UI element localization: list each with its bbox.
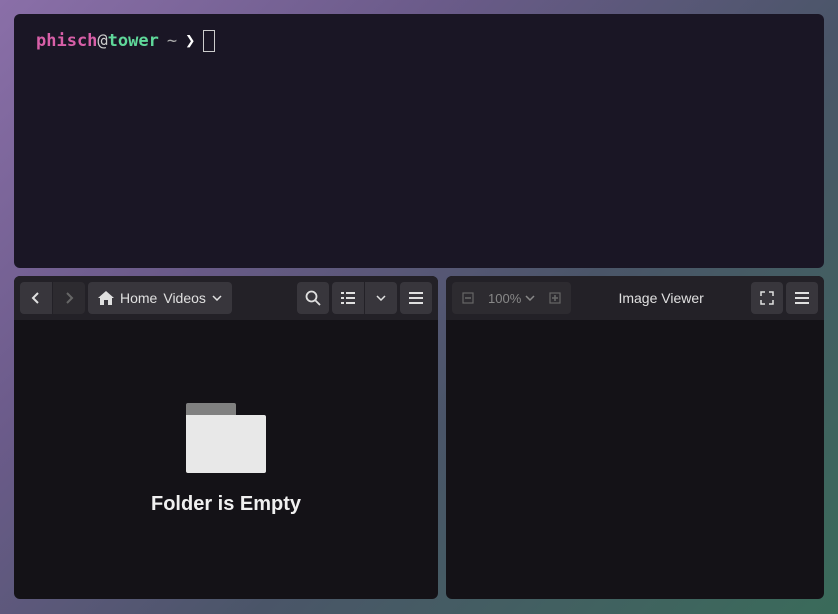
image-viewer-title: Image Viewer <box>574 290 748 306</box>
terminal-prompt: phisch @ tower ~ ❯ <box>36 30 802 52</box>
breadcrumb[interactable]: Home Videos <box>88 282 232 314</box>
terminal-cursor[interactable] <box>203 30 215 52</box>
chevron-down-icon <box>525 295 535 301</box>
empty-folder-message: Folder is Empty <box>151 493 301 516</box>
prompt-path: ~ <box>167 31 177 51</box>
forward-button[interactable] <box>53 282 85 314</box>
hamburger-menu-button[interactable] <box>400 282 432 314</box>
view-list-button[interactable] <box>332 282 364 314</box>
terminal-window[interactable]: phisch @ tower ~ ❯ <box>14 14 824 268</box>
prompt-host: tower <box>108 31 159 51</box>
home-icon <box>98 291 114 305</box>
file-manager-content: Folder is Empty <box>14 320 438 599</box>
prompt-user: phisch <box>36 31 97 51</box>
file-manager-toolbar: Home Videos <box>14 276 438 320</box>
chevron-down-icon[interactable] <box>212 295 222 301</box>
zoom-in-button[interactable] <box>539 282 571 314</box>
image-viewer-window: 100% Image Viewer <box>446 276 824 599</box>
zoom-level[interactable]: 100% <box>484 291 539 306</box>
breadcrumb-home[interactable]: Home <box>120 290 157 306</box>
file-manager-window: Home Videos <box>14 276 438 599</box>
prompt-symbol: ❯ <box>185 31 195 51</box>
view-options-button[interactable] <box>365 282 397 314</box>
hamburger-menu-button[interactable] <box>786 282 818 314</box>
zoom-out-button[interactable] <box>452 282 484 314</box>
image-viewer-toolbar: 100% Image Viewer <box>446 276 824 320</box>
prompt-at: @ <box>97 31 107 51</box>
back-button[interactable] <box>20 282 52 314</box>
search-button[interactable] <box>297 282 329 314</box>
empty-folder-icon <box>186 403 266 473</box>
breadcrumb-folder[interactable]: Videos <box>163 290 206 306</box>
fullscreen-button[interactable] <box>751 282 783 314</box>
